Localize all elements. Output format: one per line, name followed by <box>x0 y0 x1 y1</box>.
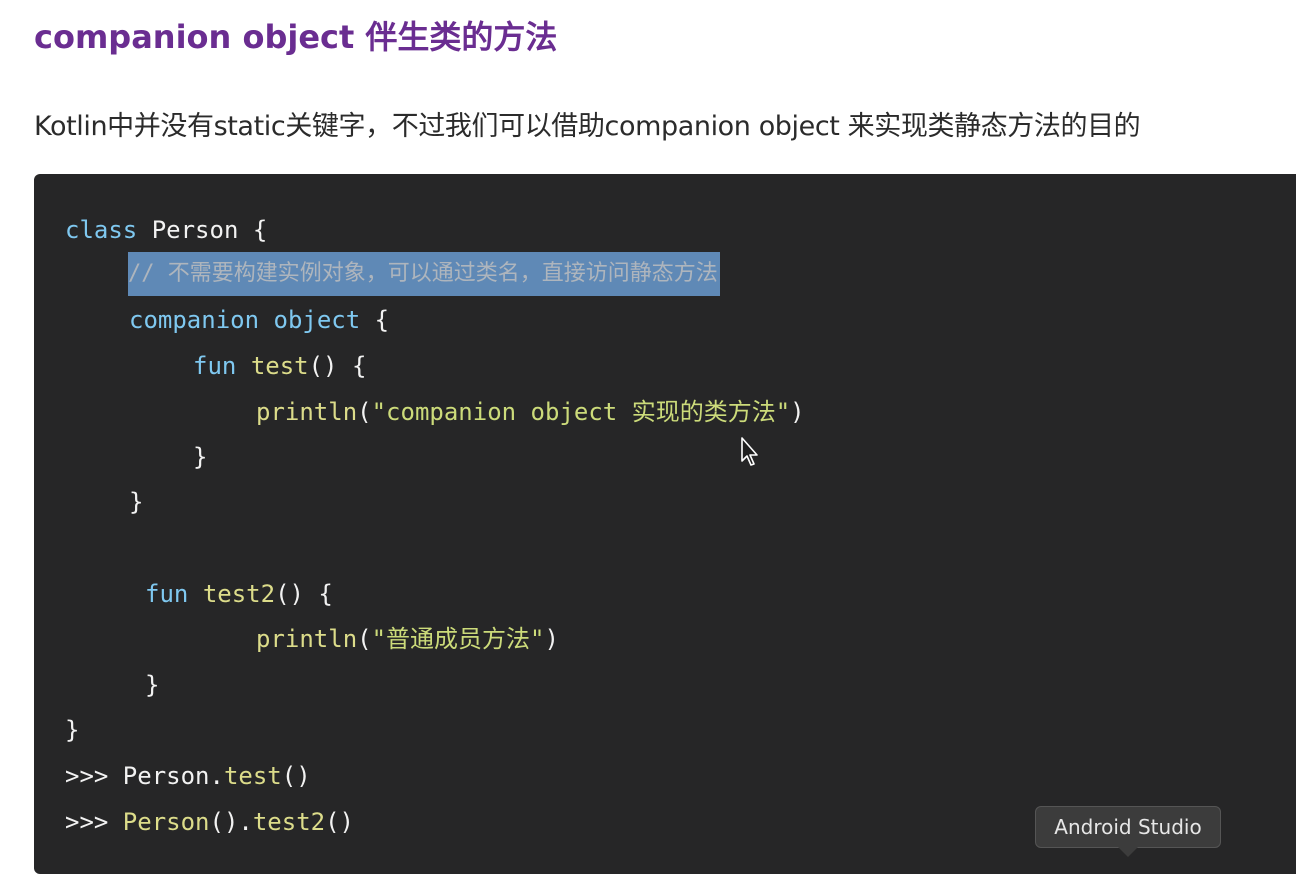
code-block: class Person { // 不需要构建实例对象，可以通过类名，直接访问静… <box>34 174 1296 874</box>
code-text: ( <box>357 625 372 653</box>
selected-comment[interactable]: // 不需要构建实例对象，可以通过类名，直接访问静态方法 <box>128 252 720 296</box>
code-text: Person { <box>137 216 268 244</box>
function-name: println <box>256 625 358 653</box>
class-name: Person <box>122 762 210 790</box>
code-text: (). <box>209 808 253 836</box>
function-name: test2 <box>252 808 326 836</box>
code-text: () <box>325 808 355 836</box>
keyword: fun <box>145 580 189 608</box>
code-line-6: } <box>193 442 207 472</box>
code-text: ) <box>544 625 559 653</box>
code-text: ( <box>357 398 372 426</box>
function-name: test <box>250 352 309 380</box>
keyword: companion <box>129 306 260 334</box>
code-line-9: println("普通成员方法") <box>256 624 559 654</box>
code-line-13: >>> Person().test2() <box>65 807 354 837</box>
tooltip-arrow <box>1118 847 1138 857</box>
code-line-10: } <box>145 670 159 700</box>
keyword: class <box>65 216 138 244</box>
keyword: fun <box>193 352 237 380</box>
code-line-12: >>> Person.test() <box>65 761 311 791</box>
code-text: . <box>209 762 224 790</box>
function-name: test2 <box>202 580 276 608</box>
function-name: println <box>256 398 358 426</box>
repl-prompt: >>> <box>65 762 123 790</box>
code-text: { <box>360 306 390 334</box>
class-name: Person <box>122 808 210 836</box>
code-line-5: println("companion object 实现的类方法") <box>256 397 805 427</box>
code-text: () { <box>308 352 367 380</box>
code-text: ) <box>790 398 805 426</box>
repl-prompt: >>> <box>65 808 123 836</box>
code-line-8: fun test2() { <box>145 579 333 609</box>
string-literal: "companion object 实现的类方法" <box>371 398 791 426</box>
code-line-3: companion object { <box>129 305 389 335</box>
code-line-4: fun test() { <box>193 351 366 381</box>
code-text: } <box>129 488 144 516</box>
code-line-2: // 不需要构建实例对象，可以通过类名，直接访问静态方法 <box>128 250 720 296</box>
keyword: object <box>273 306 361 334</box>
code-text: () <box>281 762 311 790</box>
app-tooltip: Android Studio <box>1035 806 1221 848</box>
code-text: } <box>145 671 160 699</box>
code-text: } <box>65 716 80 744</box>
mouse-pointer-icon <box>741 437 758 466</box>
intro-paragraph: Kotlin中并没有static关键字，不过我们可以借助companion ob… <box>34 111 1141 142</box>
page-title: companion object 伴生类的方法 <box>34 18 558 56</box>
code-line-11: } <box>65 715 79 745</box>
code-line-7: } <box>129 487 143 517</box>
code-line-1: class Person { <box>65 215 267 245</box>
code-text: } <box>193 443 208 471</box>
code-text: () { <box>275 580 333 608</box>
string-literal: "普通成员方法" <box>371 625 545 653</box>
function-name: test <box>223 762 282 790</box>
